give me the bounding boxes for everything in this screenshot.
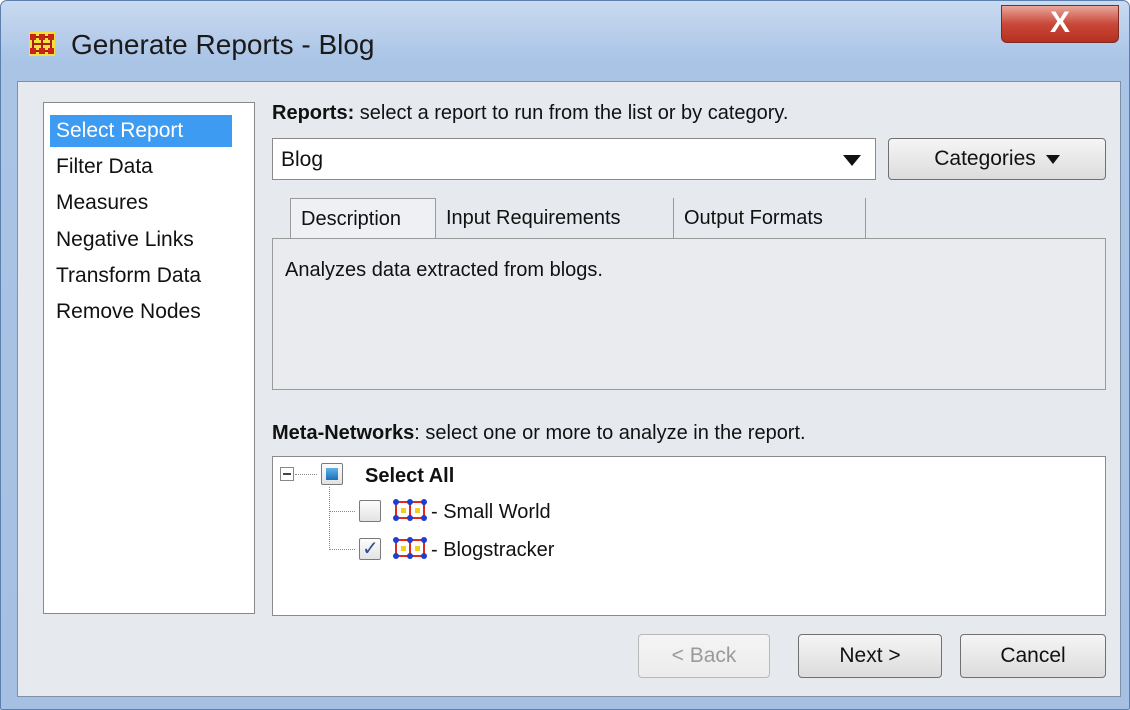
small-world-checkbox[interactable] xyxy=(359,500,381,522)
tab-input-requirements[interactable]: Input Requirements xyxy=(436,198,674,240)
close-icon: X xyxy=(1049,6,1070,39)
meta-network-tree: Select All - Small World ✓ - Blogstracke… xyxy=(272,456,1106,616)
nav-item-remove-nodes[interactable]: Remove Nodes xyxy=(50,296,207,328)
dialog-content: Select Report Filter Data Measures Negat… xyxy=(17,81,1121,697)
reports-label-bold: Reports: xyxy=(272,102,355,124)
meta-networks-label: Meta-Networks: select one or more to ana… xyxy=(272,422,806,445)
checkmark-icon: ✓ xyxy=(362,538,379,560)
nav-item-filter-data[interactable]: Filter Data xyxy=(50,151,159,183)
back-button[interactable]: < Back xyxy=(638,634,770,678)
reports-label: Reports: select a report to run from the… xyxy=(272,102,789,125)
description-text: Analyzes data extracted from blogs. xyxy=(285,259,603,281)
network-grid-icon xyxy=(29,32,55,56)
caret-down-icon xyxy=(1045,154,1060,164)
meta-networks-label-bold: Meta-Networks xyxy=(272,422,415,444)
report-select[interactable]: Blog xyxy=(272,138,876,180)
categories-button[interactable]: Categories xyxy=(888,138,1106,180)
dropdown-arrow-icon xyxy=(843,155,861,166)
nav-item-select-report[interactable]: Select Report xyxy=(50,115,232,147)
tree-connector xyxy=(329,511,355,512)
categories-button-label: Categories xyxy=(934,147,1036,170)
meta-networks-label-text: : select one or more to analyze in the r… xyxy=(414,422,806,444)
tree-connector xyxy=(329,487,330,550)
meta-network-icon xyxy=(393,499,427,521)
dialog-window: Generate Reports - Blog X Select Report … xyxy=(0,0,1130,710)
report-select-value: Blog xyxy=(281,148,324,171)
title-bar[interactable]: Generate Reports - Blog X xyxy=(1,1,1129,71)
collapse-icon[interactable] xyxy=(280,467,294,481)
window-title: Generate Reports - Blog xyxy=(71,29,375,60)
select-all-checkbox[interactable] xyxy=(321,463,343,485)
nav-item-transform-data[interactable]: Transform Data xyxy=(50,260,207,292)
meta-network-icon xyxy=(393,537,427,559)
nav-item-negative-links[interactable]: Negative Links xyxy=(50,224,200,256)
select-all-label: Select All xyxy=(365,465,455,487)
cancel-button[interactable]: Cancel xyxy=(960,634,1106,678)
meta-network-label-blogstracker[interactable]: - Blogstracker xyxy=(431,539,554,562)
wizard-step-list: Select Report Filter Data Measures Negat… xyxy=(43,102,255,614)
tab-description[interactable]: Description xyxy=(290,198,436,240)
meta-network-label-small-world[interactable]: - Small World xyxy=(431,501,551,524)
tree-connector xyxy=(295,474,317,475)
blogstracker-checkbox[interactable]: ✓ xyxy=(359,538,381,560)
tab-output-formats[interactable]: Output Formats xyxy=(674,198,866,240)
next-button[interactable]: Next > xyxy=(798,634,942,678)
reports-label-text: select a report to run from the list or … xyxy=(354,102,789,124)
close-button[interactable]: X xyxy=(1001,5,1119,43)
description-panel: Analyzes data extracted from blogs. xyxy=(272,238,1106,390)
tree-connector xyxy=(329,549,355,550)
nav-item-measures[interactable]: Measures xyxy=(50,187,154,219)
